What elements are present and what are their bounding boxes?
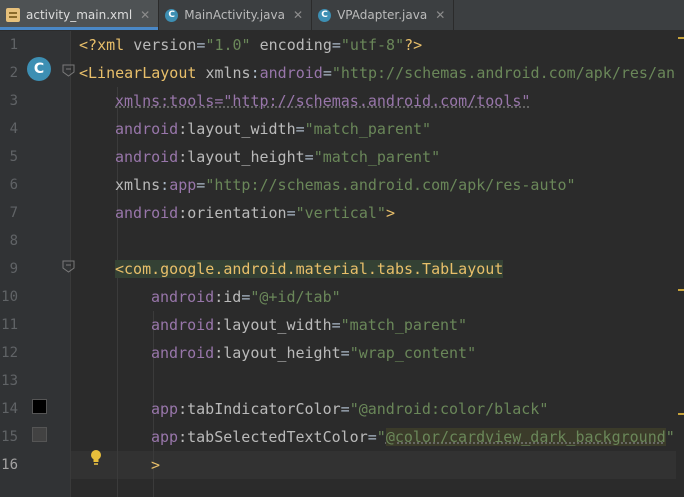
close-icon[interactable]: ✕ [435, 8, 445, 22]
editor-scrollbar[interactable] [676, 31, 684, 497]
scroll-marker [678, 413, 684, 415]
tab-vpadapter-java[interactable]: C VPAdapter.java ✕ [312, 0, 455, 30]
editor-tab-bar: activity_main.xml ✕ C MainActivity.java … [0, 0, 684, 31]
tab-label: MainActivity.java [184, 8, 285, 22]
line-number: 13 [1, 373, 18, 389]
code-line-10: android:id="@+id/tab" [151, 288, 341, 306]
class-icon: C [165, 8, 179, 22]
color-swatch-dark-gray[interactable] [32, 427, 47, 442]
code-editor[interactable]: 1 2 3 4 5 6 7 8 9 10 11 12 13 14 15 16 C [0, 31, 684, 497]
lightbulb-icon[interactable] [89, 449, 103, 467]
code-line-14: app:tabIndicatorColor="@android:color/bl… [151, 400, 549, 418]
code-line-15: app:tabSelectedTextColor="@color/cardvie… [151, 428, 675, 446]
class-marker-icon[interactable]: C [27, 57, 51, 81]
line-number: 12 [1, 345, 18, 361]
current-line-highlight [71, 451, 684, 479]
code-line-6: xmlns:app="http://schemas.android.com/ap… [115, 176, 576, 194]
line-number: 3 [9, 93, 18, 109]
scroll-marker [678, 37, 684, 39]
code-line-11: android:layout_width="match_parent" [151, 316, 468, 334]
line-number: 5 [9, 149, 18, 165]
line-number: 9 [9, 261, 18, 277]
class-icon: C [318, 8, 332, 22]
tab-label: activity_main.xml [26, 8, 133, 22]
code-line-7: android:orientation="vertical"> [115, 204, 395, 222]
scroll-marker [678, 289, 684, 291]
line-number: 7 [9, 205, 18, 221]
line-number: 11 [1, 317, 18, 333]
line-number: 1 [9, 37, 18, 53]
line-number: 8 [9, 233, 18, 249]
line-number: 15 [1, 429, 18, 445]
editor-gutter: 1 2 3 4 5 6 7 8 9 10 11 12 13 14 15 16 C [0, 31, 75, 497]
line-number: 16 [1, 457, 18, 473]
line-number: 4 [9, 121, 18, 137]
code-line-5: android:layout_height="match_parent" [115, 148, 441, 166]
tab-label: VPAdapter.java [337, 8, 428, 22]
tab-activity-main-xml[interactable]: activity_main.xml ✕ [0, 0, 160, 30]
xml-file-icon [6, 8, 20, 22]
code-line-4: android:layout_width="match_parent" [115, 120, 432, 138]
color-swatch-black[interactable] [32, 399, 47, 414]
tab-main-activity-java[interactable]: C MainActivity.java ✕ [159, 0, 313, 30]
close-icon[interactable]: ✕ [140, 8, 150, 22]
code-line-16: > [151, 456, 161, 474]
code-line-12: android:layout_height="wrap_content" [151, 344, 477, 362]
code-line-9: <com.google.android.material.tabs.TabLay… [115, 260, 504, 278]
line-number: 14 [1, 401, 18, 417]
line-number: 6 [9, 177, 18, 193]
code-line-2: <LinearLayout xmlns:android="http://sche… [79, 64, 684, 82]
line-number: 10 [1, 289, 18, 305]
code-line-1: <?xml version="1.0" encoding="utf-8"?> [79, 36, 423, 54]
code-area[interactable]: <?xml version="1.0" encoding="utf-8"?> <… [71, 31, 684, 497]
line-number: 2 [9, 65, 18, 81]
code-line-3: xmlns:tools="http://schemas.android.com/… [115, 92, 531, 110]
close-icon[interactable]: ✕ [293, 8, 303, 22]
